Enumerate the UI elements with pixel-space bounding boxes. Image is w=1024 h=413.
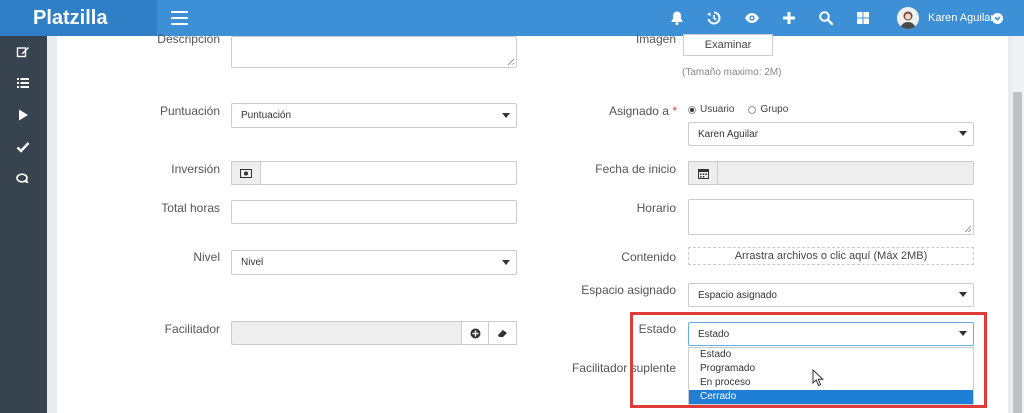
- check-icon[interactable]: [16, 140, 30, 154]
- dashboard-grid-icon[interactable]: [855, 10, 871, 26]
- asignado-select[interactable]: Karen Aguilar: [688, 122, 974, 146]
- inversion-input[interactable]: [260, 161, 517, 185]
- radio-usuario-label: Usuario: [700, 104, 735, 115]
- puntuacion-select[interactable]: Puntuación: [231, 103, 517, 128]
- eraser-icon: [498, 329, 507, 337]
- chat-icon[interactable]: [16, 172, 30, 186]
- espacio-select-value: Espacio asignado: [698, 289, 777, 301]
- radio-usuario[interactable]: [688, 105, 696, 114]
- list-icon[interactable]: [16, 76, 30, 90]
- add-facilitador-button[interactable]: [461, 321, 489, 345]
- highlight-annotation-box: [630, 312, 987, 408]
- history-icon[interactable]: [706, 10, 722, 26]
- contenido-label: Contenido: [621, 250, 676, 264]
- plus-circle-icon: [470, 328, 480, 338]
- puntuacion-label: Puntuación: [159, 104, 220, 118]
- search-icon[interactable]: [818, 10, 834, 26]
- horario-textarea[interactable]: [688, 199, 974, 235]
- asignado-label: Asignado a *: [585, 104, 677, 118]
- asignado-radio-group: Usuario Grupo: [688, 104, 788, 115]
- nivel-select-value: Nivel: [241, 257, 264, 268]
- mouse-cursor-icon: [812, 369, 825, 387]
- money-icon: [231, 161, 261, 185]
- caret-down-icon: [502, 112, 510, 118]
- total-horas-label: Total horas: [161, 201, 220, 215]
- examinar-button[interactable]: Examinar: [683, 34, 773, 56]
- radio-grupo-label: Grupo: [760, 104, 789, 115]
- descripcion-textarea[interactable]: [231, 36, 517, 68]
- caret-down-icon: [959, 131, 967, 136]
- chevron-down-icon[interactable]: [992, 13, 1003, 24]
- fecha-inicio-input[interactable]: [717, 161, 974, 185]
- puntuacion-select-value: Puntuación: [241, 110, 292, 121]
- nivel-select[interactable]: Nivel: [231, 250, 517, 275]
- facilitador-label: Facilitador: [164, 322, 220, 336]
- asignado-select-value: Karen Aguilar: [698, 128, 759, 140]
- espacio-select[interactable]: Espacio asignado: [688, 283, 974, 307]
- eye-icon[interactable]: [744, 10, 760, 26]
- scrollbar-thumb[interactable]: [1013, 92, 1022, 413]
- caret-down-icon: [502, 259, 510, 265]
- horario-label: Horario: [636, 201, 676, 215]
- user-avatar[interactable]: [897, 7, 919, 29]
- radio-grupo[interactable]: [748, 105, 757, 114]
- brand-logo[interactable]: Platzilla: [0, 0, 157, 36]
- asignado-label-text: Asignado a: [608, 104, 669, 118]
- menu-toggle-icon[interactable]: [171, 11, 188, 25]
- descripcion-label: Descripción: [157, 32, 220, 46]
- caret-down-icon: [959, 292, 967, 297]
- contenido-dropzone[interactable]: Arrastra archivos o clic aquí (Máx 2MB): [688, 247, 974, 265]
- sidebar: [0, 36, 47, 413]
- play-icon[interactable]: [16, 108, 30, 122]
- plus-icon[interactable]: [781, 10, 797, 26]
- facilitador-input[interactable]: [231, 321, 462, 345]
- fecha-inicio-label: Fecha de inicio: [595, 162, 676, 176]
- imagen-size-hint: (Tamaño maximo: 2M): [682, 67, 782, 78]
- edit-icon[interactable]: [16, 45, 30, 59]
- calendar-icon[interactable]: [688, 161, 718, 185]
- clear-facilitador-button[interactable]: [488, 321, 517, 345]
- inversion-label: Inversión: [171, 162, 220, 176]
- bell-icon[interactable]: [669, 10, 685, 26]
- imagen-label: Imagen: [635, 32, 676, 46]
- user-name[interactable]: Karen Aguilar: [928, 12, 994, 24]
- nivel-label: Nivel: [193, 250, 220, 264]
- total-horas-input[interactable]: [231, 200, 517, 224]
- espacio-label: Espacio asignado: [581, 283, 676, 297]
- required-marker: *: [672, 104, 677, 118]
